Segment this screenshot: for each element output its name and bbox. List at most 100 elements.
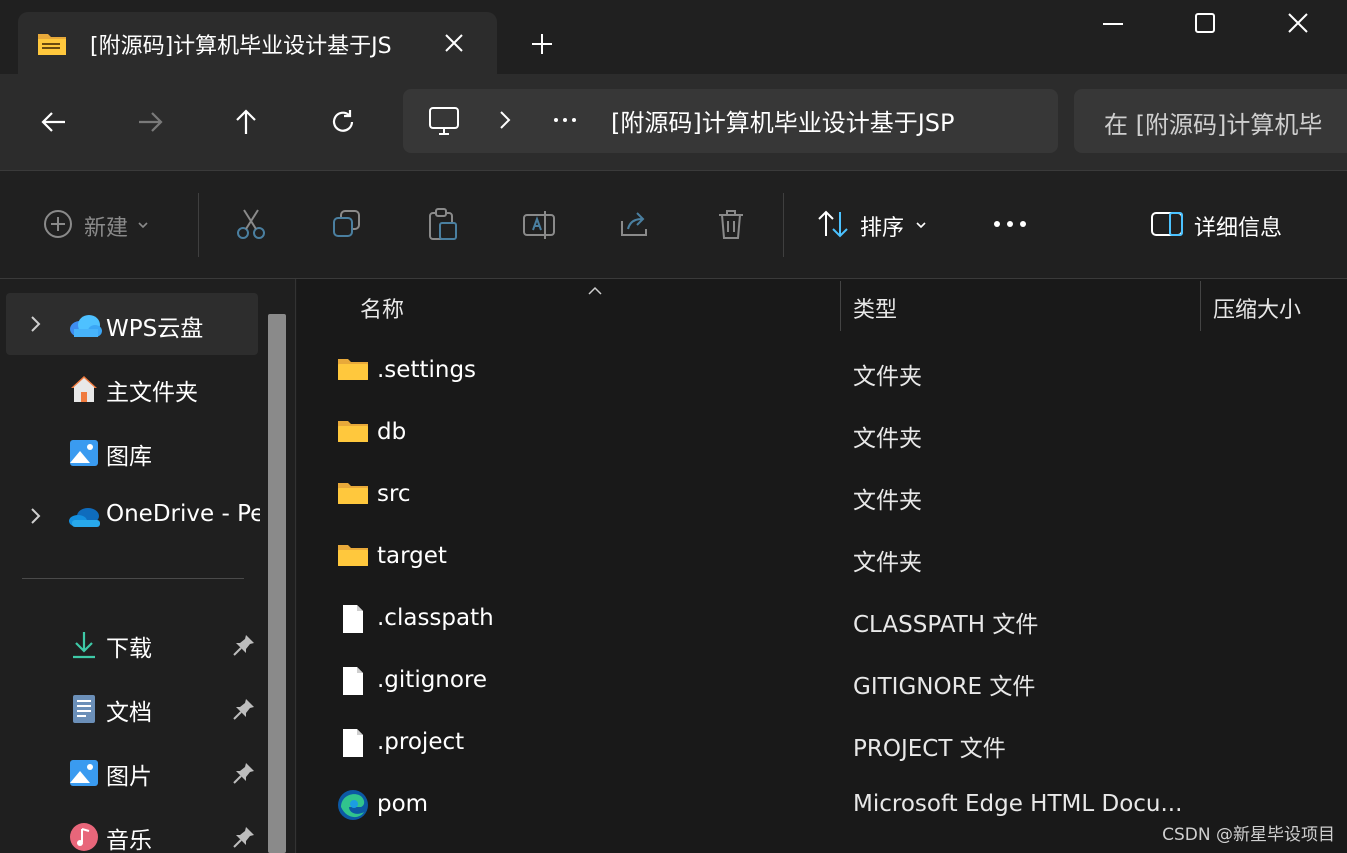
file-row[interactable]: target 文件夹 [307, 527, 1337, 587]
chevron-right-icon[interactable] [28, 314, 44, 338]
sidebar-item-documents[interactable]: 文档 [6, 677, 258, 739]
title-bar: [附源码]计算机毕业设计基于JS [0, 0, 1347, 74]
file-type: Microsoft Edge HTML Docu... [853, 791, 1183, 817]
file-type: GITIGNORE 文件 [853, 674, 1036, 700]
sidebar-item-wps[interactable]: WPS云盘 [6, 293, 258, 355]
refresh-icon[interactable] [323, 102, 363, 142]
command-bar: 新建 排序 详细信息 [0, 170, 1347, 279]
computer-icon[interactable] [427, 104, 461, 142]
search-box[interactable]: 在 [附源码]计算机毕 [1074, 89, 1347, 153]
more-path-icon[interactable] [551, 106, 579, 138]
new-button[interactable]: 新建 [42, 206, 150, 246]
more-options-button[interactable] [990, 206, 1030, 246]
file-icon [337, 603, 369, 635]
sidebar-item-home[interactable]: 主文件夹 [6, 357, 258, 419]
pin-icon[interactable] [232, 633, 256, 661]
file-name: .classpath [377, 605, 494, 631]
file-type: CLASSPATH 文件 [853, 612, 1039, 638]
column-divider[interactable] [1200, 281, 1201, 331]
folder-icon [337, 479, 369, 511]
window-tab[interactable]: [附源码]计算机毕业设计基于JS [18, 12, 497, 74]
sort-up-caret-icon [587, 281, 603, 300]
trash-icon [714, 207, 748, 245]
file-name: .gitignore [377, 667, 488, 693]
navigation-pane: WPS云盘 主文件夹 图库 OneDrive - Pe 下载 文档 图片 音乐 [0, 279, 296, 853]
rename-icon [522, 207, 556, 245]
chevron-right-icon[interactable] [495, 107, 515, 137]
address-bar[interactable]: [附源码]计算机毕业设计基于JSP [403, 89, 1058, 153]
cut-button[interactable] [234, 206, 268, 246]
maximize-icon[interactable] [1189, 10, 1221, 38]
copy-icon [330, 207, 364, 245]
file-row[interactable]: src 文件夹 [307, 465, 1337, 525]
sidebar-divider [22, 578, 244, 579]
file-name: db [377, 419, 407, 445]
home-icon [68, 373, 100, 405]
clipboard-icon [426, 207, 460, 245]
gallery-icon [68, 437, 100, 469]
delete-button[interactable] [714, 206, 748, 246]
close-icon[interactable] [1282, 10, 1314, 38]
chevron-down-icon [136, 217, 150, 236]
pictures-icon [68, 757, 100, 789]
toolbar-divider [783, 193, 784, 257]
pin-icon[interactable] [232, 761, 256, 789]
file-row[interactable]: db 文件夹 [307, 403, 1337, 463]
sidebar-item-gallery[interactable]: 图库 [6, 421, 258, 483]
paste-button[interactable] [426, 206, 460, 246]
folder-icon [337, 355, 369, 387]
file-type: 文件夹 [853, 488, 922, 514]
forward-arrow-icon[interactable] [130, 102, 170, 142]
sidebar-scrollbar[interactable] [268, 314, 286, 853]
plus-icon[interactable] [528, 30, 556, 58]
sidebar-item-label: OneDrive - Pe [106, 501, 260, 527]
sidebar-item-pictures[interactable]: 图片 [6, 741, 258, 803]
chevron-down-icon [914, 217, 928, 236]
sort-button[interactable]: 排序 [816, 206, 928, 246]
up-arrow-icon[interactable] [226, 102, 266, 142]
column-header-name[interactable]: 名称 [360, 279, 404, 331]
search-placeholder[interactable]: 在 [附源码]计算机毕 [1104, 105, 1322, 140]
column-header-type[interactable]: 类型 [853, 279, 897, 331]
more-icon [990, 214, 1030, 238]
scissors-icon [234, 207, 268, 245]
folder-icon [337, 541, 369, 573]
file-type: 文件夹 [853, 550, 922, 576]
minimize-icon[interactable] [1097, 10, 1129, 38]
new-label: 新建 [84, 216, 129, 241]
file-type: 文件夹 [853, 364, 922, 390]
toolbar-divider [198, 193, 199, 257]
sidebar-item-label: 主文件夹 [106, 380, 198, 406]
back-arrow-icon[interactable] [34, 102, 74, 142]
sidebar-item-onedrive[interactable]: OneDrive - Pe [6, 485, 260, 547]
file-row[interactable]: .project PROJECT 文件 [307, 713, 1337, 773]
music-icon [68, 821, 100, 853]
sidebar-item-label: 图库 [106, 444, 152, 470]
pin-icon[interactable] [232, 825, 256, 853]
file-row[interactable]: .gitignore GITIGNORE 文件 [307, 651, 1337, 711]
cloud-icon [68, 309, 102, 341]
chevron-right-icon[interactable] [28, 506, 44, 530]
copy-button[interactable] [330, 206, 364, 246]
column-header-compressed-size[interactable]: 压缩大小 [1213, 279, 1301, 331]
pin-icon[interactable] [232, 697, 256, 725]
sidebar-item-label: WPS云盘 [106, 316, 204, 342]
edge-icon [337, 789, 369, 821]
file-row[interactable]: .settings 文件夹 [307, 341, 1337, 401]
plus-circle-icon [42, 208, 74, 244]
download-icon [68, 629, 100, 661]
rename-button[interactable] [522, 206, 556, 246]
tab-close-icon[interactable] [441, 30, 467, 56]
sidebar-item-music[interactable]: 音乐 [6, 805, 258, 853]
file-row[interactable]: .classpath CLASSPATH 文件 [307, 589, 1337, 649]
sidebar-item-downloads[interactable]: 下载 [6, 613, 258, 675]
file-list: 名称 类型 压缩大小 .settings 文件夹 db 文件夹 src 文件夹 … [297, 279, 1347, 853]
column-divider[interactable] [840, 281, 841, 331]
watermark: CSDN @新星毕设项目 [1162, 825, 1335, 845]
details-button[interactable]: 详细信息 [1150, 206, 1282, 246]
sort-label: 排序 [860, 216, 905, 241]
share-icon [618, 207, 652, 245]
file-name: src [377, 481, 411, 507]
address-path[interactable]: [附源码]计算机毕业设计基于JSP [611, 103, 1011, 138]
share-button[interactable] [618, 206, 652, 246]
